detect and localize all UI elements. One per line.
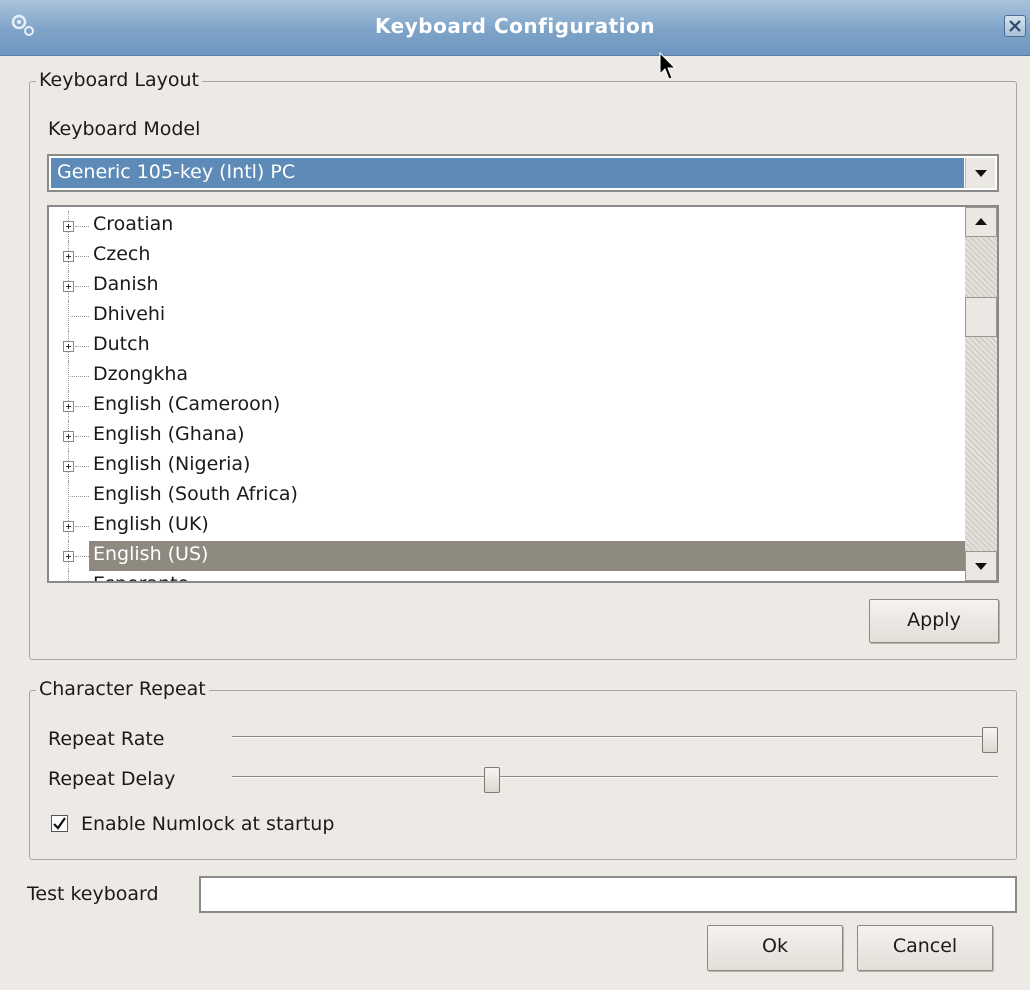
tree-connector [68,571,69,581]
repeat-rate-label: Repeat Rate [48,728,165,750]
tree-item-label: Croatian [93,213,174,235]
tree-item-label: English (South Africa) [93,483,298,505]
scroll-up-button[interactable] [965,207,997,237]
row-highlight [89,271,967,301]
chevron-down-icon [975,563,987,570]
expand-plus-icon[interactable] [63,521,74,532]
expand-plus-icon[interactable] [63,431,74,442]
layout-tree-list[interactable]: Croatian Czech Danish Dhivehi Dutch Dzongkha E… [47,205,999,583]
row-highlight [89,571,967,581]
apply-button-label: Apply [907,609,961,631]
tree-item-label: Danish [93,273,159,295]
expand-plus-icon[interactable] [63,251,74,262]
tree-item-label: English (US) [93,543,209,565]
tree-item[interactable]: Dzongkha [49,361,967,391]
apply-button[interactable]: Apply [869,599,999,643]
row-highlight [89,511,967,541]
tree-connector [75,226,89,227]
scrollbar-thumb[interactable] [965,297,997,337]
chevron-up-icon [975,218,987,225]
tree-connector [75,256,89,257]
tree-item-label: English (UK) [93,513,209,535]
tree-item-label: Dhivehi [93,303,166,325]
repeat-rate-slider[interactable] [232,727,998,753]
tree-item[interactable]: English (UK) [49,511,967,541]
expand-plus-icon[interactable] [63,221,74,232]
row-highlight [89,361,967,391]
group-title: Keyboard Layout [36,69,202,91]
expand-plus-icon[interactable] [63,581,74,583]
group-title: Character Repeat [36,678,209,700]
scroll-down-button[interactable] [965,551,997,581]
tree-item[interactable]: English (Cameroon) [49,391,967,421]
tree-connector [75,286,89,287]
tree-item[interactable]: English (South Africa) [49,481,967,511]
slider-handle[interactable] [484,767,501,793]
keyboard-config-window: Keyboard Configuration Keyboard Layout K… [0,0,1030,990]
row-highlight [89,211,967,241]
ok-button-label: Ok [762,935,788,957]
expand-plus-icon[interactable] [63,551,74,562]
mouse-cursor-icon [659,52,677,80]
tree-item[interactable]: Czech [49,241,967,271]
tree-item[interactable]: Croatian [49,211,967,241]
window-title: Keyboard Configuration [375,14,655,38]
tree-connector [68,496,89,497]
tree-item[interactable]: Danish [49,271,967,301]
keyboard-model-combobox[interactable]: Generic 105-key (Intl) PC [47,154,999,192]
keyboard-model-label: Keyboard Model [48,118,201,140]
vertical-scrollbar[interactable] [965,207,997,581]
tree-item[interactable]: Dhivehi [49,301,967,331]
expand-plus-icon[interactable] [63,401,74,412]
numlock-checkbox[interactable] [51,815,68,832]
tree-connector [75,346,89,347]
tree-connector [75,556,89,557]
dropdown-button[interactable] [965,158,995,188]
combo-selected-value: Generic 105-key (Intl) PC [51,158,964,188]
slider-track [232,776,998,778]
tree-item[interactable]: English (Nigeria) [49,451,967,481]
row-highlight [89,241,967,271]
repeat-delay-slider[interactable] [232,767,998,793]
tree-connector [68,316,89,317]
tree-item-label: Dutch [93,333,150,355]
cancel-button[interactable]: Cancel [857,925,993,971]
tree-connector [75,526,89,527]
tree-connector [68,376,89,377]
cancel-button-label: Cancel [892,935,958,957]
expand-plus-icon[interactable] [63,461,74,472]
title-bar[interactable]: Keyboard Configuration [0,0,1030,56]
slider-track [232,736,998,738]
test-keyboard-input[interactable] [199,876,1017,913]
tree-connector [75,406,89,407]
checkmark-icon [53,817,66,830]
tree-item-label: English (Nigeria) [93,453,251,475]
tree-item-label: English (Ghana) [93,423,245,445]
tree-connector [75,436,89,437]
tree-item[interactable]: Dutch [49,331,967,361]
close-button[interactable] [1004,15,1026,37]
row-highlight [89,331,967,361]
expand-plus-icon[interactable] [63,281,74,292]
row-highlight [89,541,967,571]
chevron-down-icon [975,170,987,177]
tree-item-label: Esperanto [93,573,189,581]
ok-button[interactable]: Ok [707,925,843,971]
repeat-delay-label: Repeat Delay [48,768,176,790]
close-icon [1009,20,1021,32]
tree-item-label: Czech [93,243,151,265]
tree-item[interactable]: English (Ghana) [49,421,967,451]
slider-handle[interactable] [982,727,998,753]
numlock-label[interactable]: Enable Numlock at startup [81,813,334,835]
row-highlight [89,301,967,331]
tree-connector [75,466,89,467]
tree-item-label: Dzongkha [93,363,189,385]
tree-item[interactable]: English (US) [49,541,967,571]
expand-plus-icon[interactable] [63,341,74,352]
tree-item-label: English (Cameroon) [93,393,281,415]
test-keyboard-label: Test keyboard [27,883,159,905]
tree-item[interactable]: Esperanto [49,571,967,583]
